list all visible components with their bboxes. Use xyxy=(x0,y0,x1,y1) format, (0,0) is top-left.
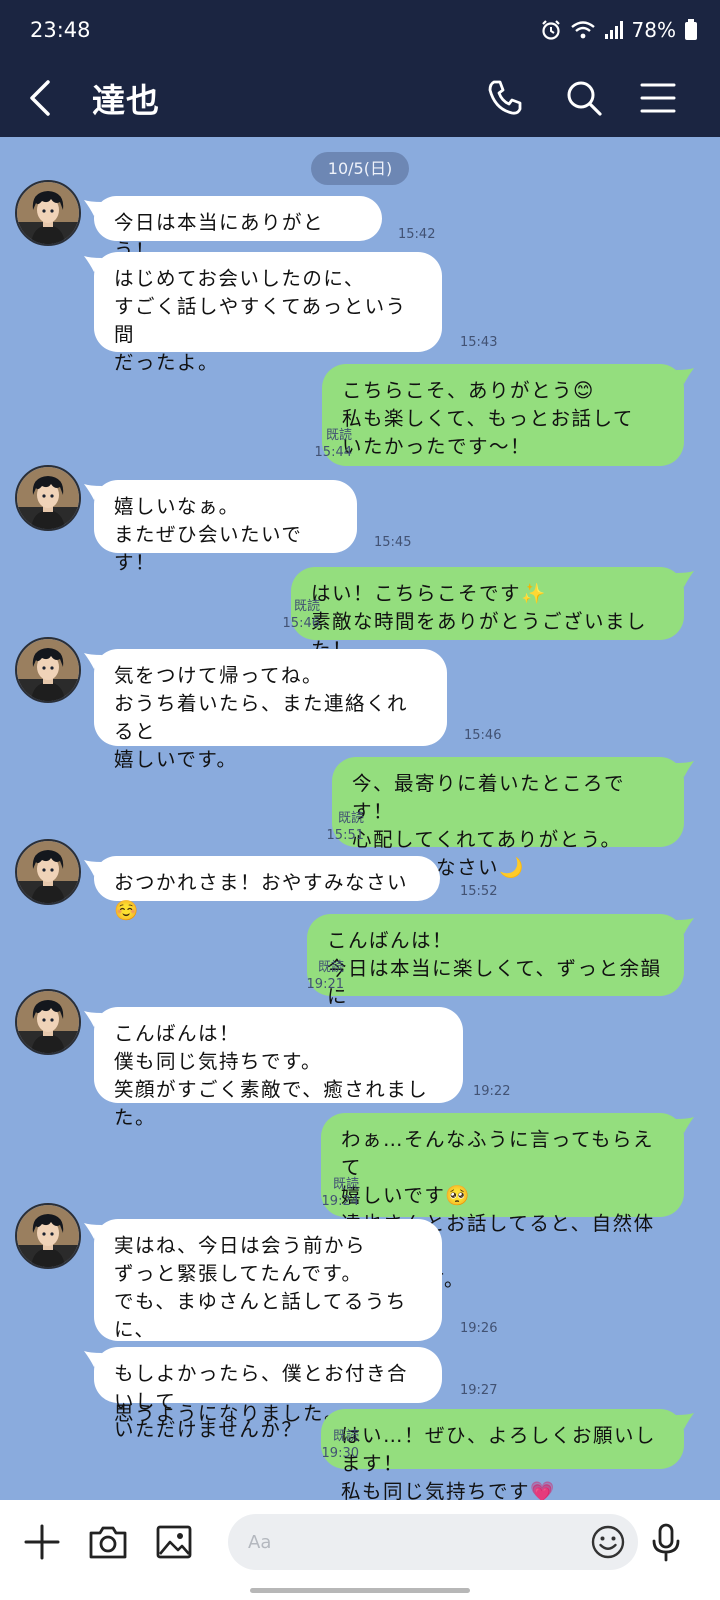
message-text: 気をつけて帰ってね。 おうち着いたら、また連絡くれると 嬉しいです。 xyxy=(114,664,409,771)
message-timestamp: 15:43 xyxy=(460,335,498,350)
status-icons: 78% xyxy=(540,18,698,42)
signal-icon xyxy=(604,21,623,39)
avatar[interactable] xyxy=(15,1203,81,1269)
bubble-tail xyxy=(676,918,694,934)
read-label: 既読 xyxy=(337,811,364,826)
message-timestamp: 19:22 xyxy=(473,1084,511,1099)
read-receipt: 既読 15:51 xyxy=(320,810,364,844)
image-icon[interactable] xyxy=(152,1520,196,1564)
chat-title: 達也 xyxy=(92,81,160,120)
message-timestamp: 19:26 xyxy=(460,1321,498,1336)
bubble-tail xyxy=(84,653,102,669)
incoming-message-bubble[interactable]: はじめてお会いしたのに、 すごく話しやすくてあっという間 だったよ。 xyxy=(84,252,442,374)
avatar[interactable] xyxy=(15,465,81,531)
incoming-message-bubble[interactable]: こんばんは！ 僕も同じ気持ちです。 笑顔がすごく素敵で、癒されました。 xyxy=(84,1007,463,1129)
incoming-message-bubble[interactable]: おつかれさま！おやすみなさい☺️ xyxy=(84,856,440,922)
search-icon[interactable] xyxy=(562,76,606,120)
message-text: はじめてお会いしたのに、 すごく話しやすくてあっという間 だったよ。 xyxy=(114,267,407,374)
message-input-wrap xyxy=(228,1514,638,1570)
bubble-tail xyxy=(676,1117,694,1133)
avatar[interactable] xyxy=(15,180,81,246)
smiley-icon[interactable] xyxy=(590,1524,626,1560)
read-label: 既読 xyxy=(332,1177,359,1192)
avatar[interactable] xyxy=(15,637,81,703)
battery-percent: 78% xyxy=(631,18,676,42)
top-bar: 23:48 78% 達也 xyxy=(0,0,720,137)
message-timestamp: 15:44 xyxy=(314,445,352,460)
bubble-tail xyxy=(84,1011,102,1027)
outgoing-message-bubble[interactable]: 今、最寄りに着いたところです！ 心配してくれてありがとう。 おやすみなさい🌙 xyxy=(332,757,694,879)
message-timestamp: 19:21 xyxy=(306,977,344,992)
message-timestamp: 19:30 xyxy=(321,1446,359,1461)
message-timestamp: 15:45 xyxy=(374,535,412,550)
bubble-tail xyxy=(84,256,102,272)
status-time: 23:48 xyxy=(30,18,91,42)
incoming-message-bubble[interactable]: 実はね、今日は会う前から ずっと緊張してたんです。 でも、まゆさんと話してるうち… xyxy=(84,1219,442,1425)
read-receipt: 既読 19:24 xyxy=(315,1176,359,1210)
outgoing-message-bubble[interactable]: はい！こちらこそです✨ 素敵な時間をありがとうございました！ xyxy=(291,567,694,661)
bubble-tail xyxy=(676,1413,694,1429)
bubble-tail xyxy=(676,571,694,587)
read-receipt: 既読 15:46 xyxy=(276,598,320,632)
avatar[interactable] xyxy=(15,839,81,905)
composer-bar xyxy=(0,1500,720,1600)
wifi-icon xyxy=(570,21,595,39)
bubble-tail xyxy=(84,1223,102,1239)
message-timestamp: 15:51 xyxy=(326,828,364,843)
bubble-tail xyxy=(84,484,102,500)
bubble-tail xyxy=(84,200,102,216)
alarm-icon xyxy=(541,20,560,40)
message-timestamp: 19:27 xyxy=(460,1383,498,1398)
incoming-message-bubble[interactable]: 今日は本当にありがとう！ xyxy=(84,196,382,262)
outgoing-message-bubble[interactable]: はい…！ぜひ、よろしくお願いします！ 私も同じ気持ちです💗 xyxy=(321,1409,694,1503)
message-text: こちらこそ、ありがとう😊 私も楽しくて、もっとお話して いたかったです〜！ xyxy=(342,379,634,458)
read-receipt: 既読 19:30 xyxy=(315,1428,359,1462)
outgoing-message-bubble[interactable]: こんばんは！ 今日は本当に楽しくて、ずっと余韻に 浸ってます☺️ xyxy=(307,914,694,1036)
read-label: 既読 xyxy=(332,1429,359,1444)
date-separator: 10/5(日) xyxy=(311,152,409,185)
incoming-message-bubble[interactable]: もしよかったら、僕とお付き合いして いただけませんか？ xyxy=(84,1347,442,1441)
chat-header: 達也 xyxy=(0,64,720,137)
home-indicator xyxy=(250,1588,470,1593)
message-timestamp: 15:46 xyxy=(282,616,320,631)
bubble-tail xyxy=(676,761,694,777)
read-label: 既読 xyxy=(317,960,344,975)
message-timestamp: 19:24 xyxy=(321,1194,359,1209)
camera-icon[interactable] xyxy=(86,1520,130,1564)
message-list[interactable]: 10/5(日) 今日は本当にありがとう！ 15:42 はじめてお会いしたのに、 すご… xyxy=(0,137,720,1503)
avatar[interactable] xyxy=(15,989,81,1055)
outgoing-message-bubble[interactable]: わぁ…そんなふうに言ってもらえて 嬉しいです🥺 達也さんとお話してると、自然体で… xyxy=(321,1113,694,1291)
bubble-tail xyxy=(676,368,694,384)
plus-icon[interactable] xyxy=(20,1520,64,1564)
message-timestamp: 15:42 xyxy=(398,227,436,242)
battery-icon xyxy=(685,19,697,40)
incoming-message-bubble[interactable]: 気をつけて帰ってね。 おうち着いたら、また連絡くれると 嬉しいです。 xyxy=(84,649,447,771)
status-bar: 23:48 78% xyxy=(0,0,720,64)
read-label: 既読 xyxy=(293,599,320,614)
phone-icon[interactable] xyxy=(482,76,526,120)
bubble-tail xyxy=(84,860,102,876)
hamburger-menu-icon[interactable] xyxy=(636,76,680,120)
message-text: はい…！ぜひ、よろしくお願いします！ 私も同じ気持ちです💗 xyxy=(341,1424,657,1503)
message-timestamp: 15:52 xyxy=(460,884,498,899)
message-text: 嬉しいなぁ。 またぜひ会いたいです！ xyxy=(114,495,303,574)
outgoing-message-bubble[interactable]: こちらこそ、ありがとう😊 私も楽しくて、もっとお話して いたかったです〜！ xyxy=(322,364,694,466)
message-input[interactable] xyxy=(248,1514,578,1570)
incoming-message-bubble[interactable]: 嬉しいなぁ。 またぜひ会いたいです！ xyxy=(84,480,357,574)
read-receipt: 既読 15:44 xyxy=(308,427,352,461)
message-timestamp: 15:46 xyxy=(464,728,502,743)
microphone-icon[interactable] xyxy=(644,1520,688,1564)
read-receipt: 既読 19:21 xyxy=(300,959,344,993)
bubble-tail xyxy=(84,1351,102,1367)
chevron-left-icon[interactable] xyxy=(22,76,62,120)
read-label: 既読 xyxy=(325,428,352,443)
